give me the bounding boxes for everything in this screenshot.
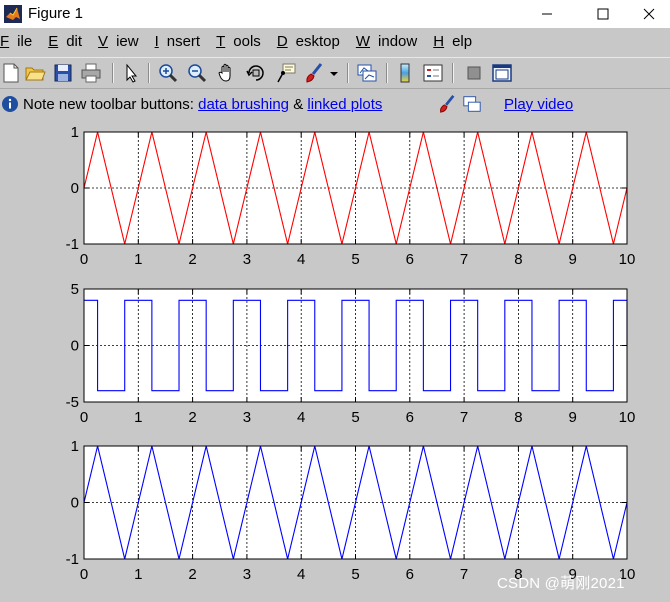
menu-window[interactable]: Window bbox=[356, 33, 425, 55]
toolbar-separator bbox=[112, 63, 114, 83]
toolbar-separator bbox=[347, 63, 349, 83]
edit-plot-arrow-icon[interactable] bbox=[120, 62, 142, 84]
notice-ampersand: & bbox=[293, 96, 304, 113]
print-icon[interactable] bbox=[80, 62, 102, 84]
open-file-icon[interactable] bbox=[24, 62, 46, 84]
x-tick-label: 1 bbox=[134, 566, 142, 583]
minimize-button[interactable] bbox=[524, 0, 570, 28]
x-tick-label: 4 bbox=[297, 251, 305, 268]
x-tick-label: 10 bbox=[619, 409, 636, 426]
subplot-1: 0 1 2 3 4 5 6 7 8 9 10-101 bbox=[66, 124, 636, 268]
x-tick-label: 6 bbox=[406, 566, 414, 583]
y-tick-label: -5 bbox=[66, 394, 79, 411]
rotate-3d-icon[interactable] bbox=[245, 62, 267, 84]
window-titlebar: Figure 1 bbox=[0, 0, 670, 28]
csdn-watermark: CSDN @萌刚2021 bbox=[497, 575, 625, 592]
y-tick-label: 0 bbox=[71, 338, 79, 355]
toolbar-separator bbox=[386, 63, 388, 83]
new-figure-icon[interactable] bbox=[0, 62, 22, 84]
subplot-area: 0 1 2 3 4 5 6 7 8 9 10-1010 1 2 3 4 5 6 7 8 9 10-5050 1 2 3 4 5 6 7… bbox=[66, 124, 636, 583]
toolbar-separator bbox=[148, 63, 150, 83]
maximize-icon bbox=[597, 8, 609, 20]
x-tick-label: 8 bbox=[514, 409, 522, 426]
x-tick-label: 1 bbox=[134, 409, 142, 426]
y-tick-label: -1 bbox=[66, 236, 79, 253]
x-tick-label: 1 bbox=[134, 251, 142, 268]
x-tick-label: 7 bbox=[460, 566, 468, 583]
menu-help[interactable]: Help bbox=[433, 33, 480, 55]
x-tick-label: 10 bbox=[619, 251, 636, 268]
x-tick-label: 2 bbox=[188, 409, 196, 426]
x-tick-label: 3 bbox=[243, 251, 251, 268]
colorbar-icon[interactable] bbox=[394, 62, 416, 84]
x-tick-label: 7 bbox=[460, 251, 468, 268]
x-tick-label: 4 bbox=[297, 566, 305, 583]
info-icon bbox=[2, 96, 18, 112]
zoom-in-icon[interactable] bbox=[157, 62, 179, 84]
toolbar-separator bbox=[452, 63, 454, 83]
legend-icon[interactable] bbox=[422, 62, 444, 84]
notice-text-row: Note new toolbar buttons: data brushing … bbox=[23, 96, 382, 113]
notice-bar: Note new toolbar buttons: data brushing … bbox=[0, 92, 670, 116]
menu-file[interactable]: File bbox=[0, 33, 40, 55]
subplot-2: 0 1 2 3 4 5 6 7 8 9 10-505 bbox=[66, 281, 636, 426]
x-tick-label: 5 bbox=[351, 251, 359, 268]
x-tick-label: 3 bbox=[243, 409, 251, 426]
data-cursor-icon[interactable] bbox=[275, 62, 297, 84]
play-video-link[interactable]: Play video bbox=[504, 96, 573, 113]
menu-bar: File Edit View Insert Tools Desktop Wind… bbox=[0, 33, 670, 55]
y-tick-label: 0 bbox=[71, 180, 79, 197]
save-icon[interactable] bbox=[52, 62, 74, 84]
minimize-icon bbox=[542, 13, 552, 15]
matlab-logo-icon bbox=[4, 5, 22, 23]
zoom-out-icon[interactable] bbox=[186, 62, 208, 84]
link-plot-icon bbox=[463, 96, 481, 112]
close-button[interactable] bbox=[626, 0, 670, 28]
menu-edit[interactable]: Edit bbox=[48, 33, 90, 55]
y-tick-label: 5 bbox=[71, 281, 79, 298]
x-tick-label: 5 bbox=[351, 409, 359, 426]
maximize-button[interactable] bbox=[580, 0, 626, 28]
close-icon bbox=[643, 8, 655, 20]
data-brushing-link[interactable]: data brushing bbox=[198, 96, 289, 113]
y-tick-label: 1 bbox=[71, 438, 79, 455]
x-tick-label: 9 bbox=[569, 409, 577, 426]
x-tick-label: 0 bbox=[80, 409, 88, 426]
brush-icon[interactable] bbox=[303, 62, 325, 84]
show-plot-tools-icon[interactable] bbox=[491, 62, 513, 84]
y-tick-label: -1 bbox=[66, 551, 79, 568]
hide-plot-tools-icon[interactable] bbox=[463, 62, 485, 84]
x-tick-label: 3 bbox=[243, 566, 251, 583]
figure-toolbar bbox=[0, 57, 670, 89]
x-tick-label: 4 bbox=[297, 409, 305, 426]
x-tick-label: 2 bbox=[188, 251, 196, 268]
window-title: Figure 1 bbox=[28, 5, 84, 22]
menu-tools[interactable]: Tools bbox=[216, 33, 269, 55]
x-tick-label: 5 bbox=[351, 566, 359, 583]
x-tick-label: 2 bbox=[188, 566, 196, 583]
x-tick-label: 8 bbox=[514, 251, 522, 268]
y-tick-label: 1 bbox=[71, 124, 79, 141]
x-tick-label: 6 bbox=[406, 251, 414, 268]
menu-insert[interactable]: Insert bbox=[155, 33, 209, 55]
x-tick-label: 6 bbox=[406, 409, 414, 426]
link-plot-icon[interactable] bbox=[356, 62, 378, 84]
y-tick-label: 0 bbox=[71, 495, 79, 512]
brush-dropdown-icon[interactable] bbox=[326, 62, 342, 84]
subplot-3: 0 1 2 3 4 5 6 7 8 9 10-101 bbox=[66, 438, 636, 583]
x-tick-label: 0 bbox=[80, 566, 88, 583]
notice-message: Note new toolbar buttons: bbox=[23, 96, 194, 113]
menu-desktop[interactable]: Desktop bbox=[277, 33, 348, 55]
menu-view[interactable]: View bbox=[98, 33, 147, 55]
brush-icon bbox=[440, 94, 455, 113]
x-tick-label: 7 bbox=[460, 409, 468, 426]
pan-hand-icon[interactable] bbox=[216, 62, 238, 84]
x-tick-label: 9 bbox=[569, 251, 577, 268]
linked-plots-link[interactable]: linked plots bbox=[307, 96, 382, 113]
x-tick-label: 0 bbox=[80, 251, 88, 268]
